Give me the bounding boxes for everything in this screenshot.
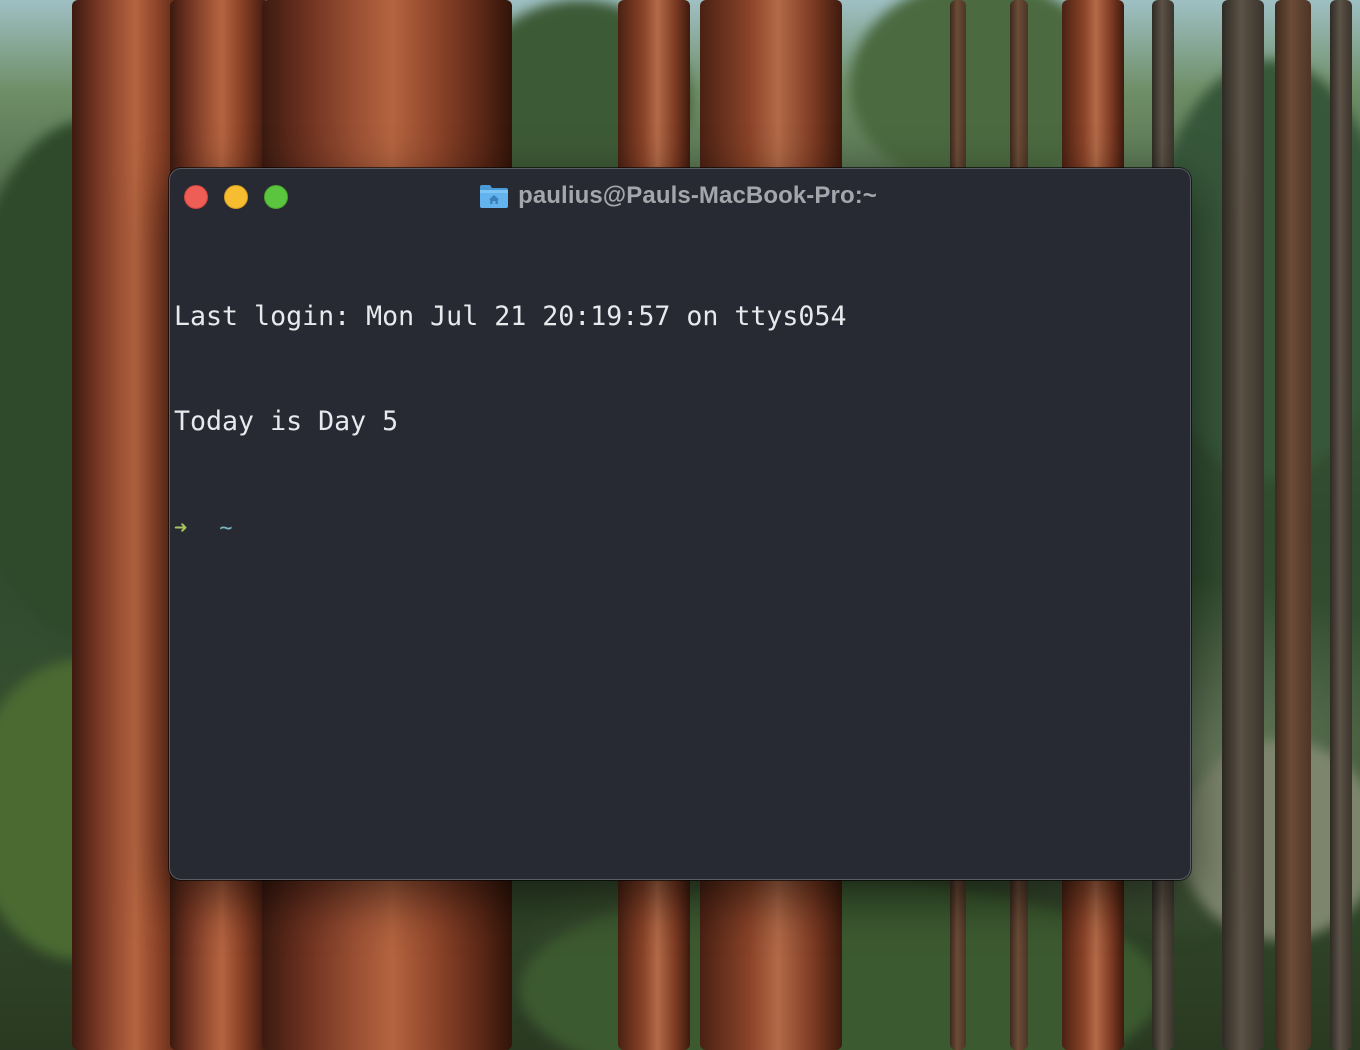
- title-bar[interactable]: paulius@Pauls-MacBook-Pro:~: [170, 169, 1190, 223]
- prompt-cwd: ~: [219, 516, 233, 541]
- window-title: paulius@Pauls-MacBook-Pro:~: [518, 182, 877, 209]
- output-line-last-login: Last login: Mon Jul 21 20:19:57 on ttys0…: [174, 301, 847, 332]
- tree-trunk: [1222, 0, 1264, 1050]
- prompt-line[interactable]: ➜ ~: [174, 509, 1180, 544]
- tree-trunk: [1330, 0, 1352, 1050]
- window-title-group: paulius@Pauls-MacBook-Pro:~: [170, 169, 1190, 223]
- terminal-window[interactable]: paulius@Pauls-MacBook-Pro:~ Last login: …: [169, 168, 1191, 880]
- terminal-output[interactable]: Last login: Mon Jul 21 20:19:57 on ttys0…: [174, 229, 1180, 614]
- output-line-day: Today is Day 5: [174, 406, 399, 437]
- prompt-arrow-icon: ➜: [174, 516, 188, 541]
- home-folder-icon: [479, 183, 509, 209]
- tree-trunk: [1275, 0, 1311, 1050]
